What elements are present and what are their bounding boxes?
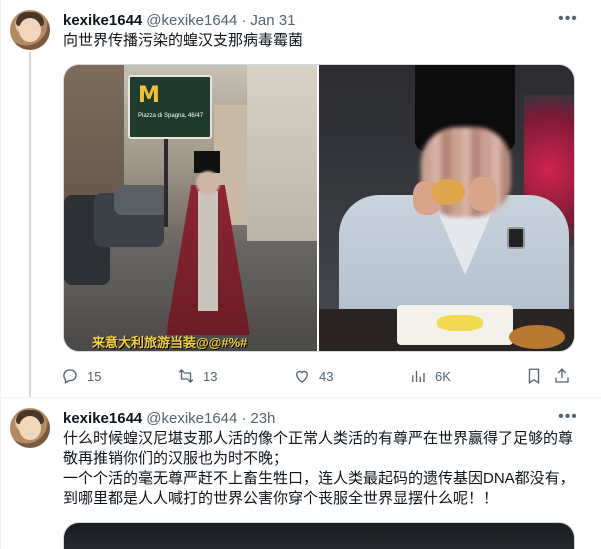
tweet-text: 向世界传播污染的蝗汉支那病毒霉菌 [63,32,304,49]
blurred-face [196,171,220,195]
heart-icon [296,370,308,383]
reply-count: 15 [87,368,102,384]
like-count: 43 [319,368,334,384]
avatar-face [19,416,41,440]
avatar-face [19,18,41,42]
retweet-count: 13 [203,368,218,384]
sign-pole [164,137,168,227]
more-options-icon[interactable]: ••• [557,406,579,428]
bookmark-icon [528,368,540,385]
like-button[interactable]: 43 [293,367,333,385]
burger [431,179,465,205]
tweet-header: kexike1644 @kexike1644 · 23h [63,408,591,428]
reply-button[interactable]: 15 [61,367,101,385]
views-button[interactable]: 6K [409,367,451,385]
user-handle[interactable]: @kexike1644 [146,12,237,29]
tweet-timestamp[interactable]: 23h [250,410,275,427]
display-name[interactable]: kexike1644 [63,410,142,427]
avatar[interactable] [10,10,50,50]
retweet-icon [178,369,194,383]
share-button[interactable] [553,367,571,385]
croissant [509,325,565,349]
smart-watch [507,227,525,249]
avatar[interactable] [10,408,50,448]
photo-street[interactable]: M Piazza di Spagna, 46/47 来意大利旅游当装@@#%# [64,65,317,351]
video-caption: 来意大利旅游当装@@#%# [92,335,248,350]
tweet[interactable]: kexike1644 @kexike1644 · Jan 31 ••• 向世界传… [1,0,601,398]
separator-dot: · [241,11,247,29]
tweet-timestamp[interactable]: Jan 31 [250,12,295,29]
mcdonalds-sign: M Piazza di Spagna, 46/47 [128,75,212,139]
robe-inner [198,191,218,311]
hand [469,177,497,211]
parked-car [114,185,168,215]
mcdonalds-logo: M [138,83,160,108]
separator-dot: · [241,409,247,427]
sign-address: Piazza di Spagna, 46/47 [138,113,204,119]
food-on-plate [437,315,483,331]
tweet-media-grid[interactable]: M Piazza di Spagna, 46/47 来意大利旅游当装@@#%# [63,64,575,352]
retweet-button[interactable]: 13 [177,367,217,385]
tweet-header: kexike1644 @kexike1644 · Jan 31 [63,10,591,30]
bookmark-button[interactable] [525,367,543,385]
views-bar-chart-icon [412,370,425,382]
reply-icon [63,369,77,384]
more-options-icon[interactable]: ••• [557,8,579,30]
views-count: 6K [435,368,451,384]
tweet-actions: 15 13 43 6K [53,364,587,388]
black-hat [194,151,220,173]
user-handle[interactable]: @kexike1644 [146,410,237,427]
share-icon [555,368,569,383]
tweet-text: 什么时候蝗汉尼堪支那人活的像个正常人类活的有尊严在世界赢得了足够的尊 敬再推销你… [63,430,575,507]
photo-eating[interactable] [319,65,574,351]
tweet-media-preview[interactable] [63,522,575,549]
tweet[interactable]: kexike1644 @kexike1644 · 23h ••• 什么时候蝗汉尼… [1,398,601,549]
display-name[interactable]: kexike1644 [63,12,142,29]
timeline-feed: kexike1644 @kexike1644 · Jan 31 ••• 向世界传… [0,0,601,549]
thread-connector-line [29,52,31,398]
